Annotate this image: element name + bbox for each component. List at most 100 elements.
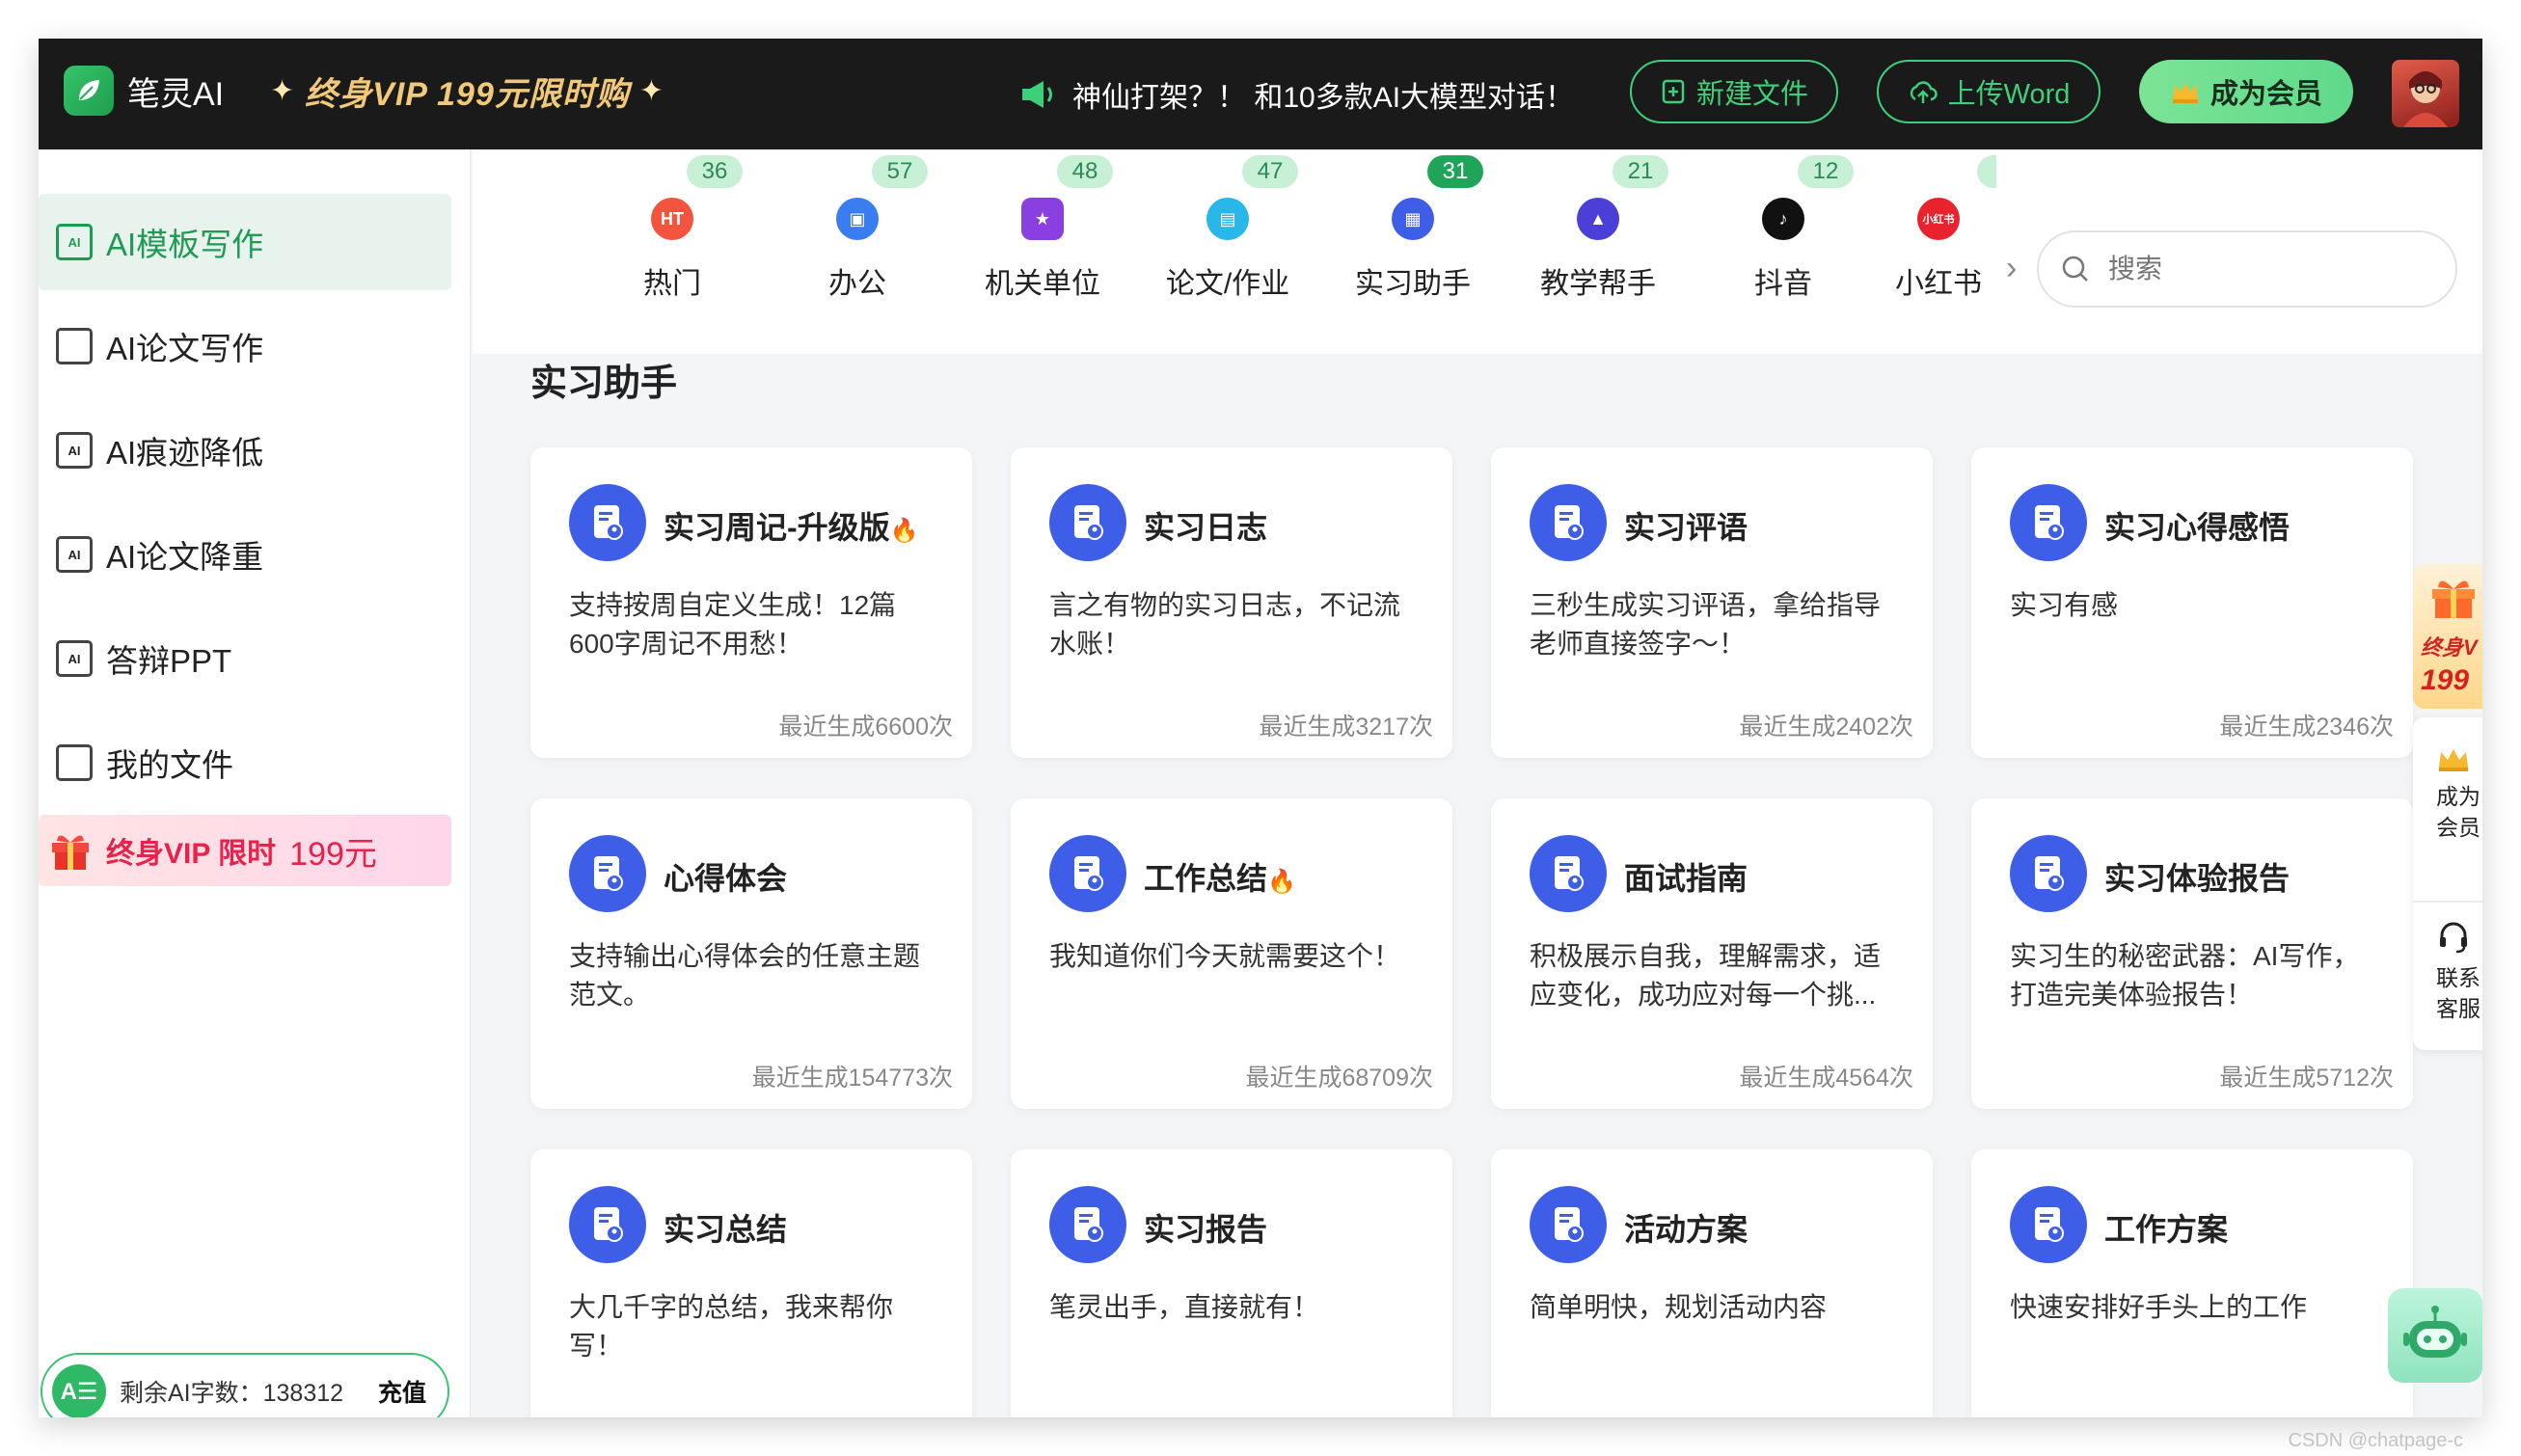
category-count-badge: 21 [1613, 155, 1668, 188]
sidebar-vip-promo[interactable]: 终身VIP 限时 199元 [39, 815, 451, 886]
template-card[interactable]: 活动方案 简单明快，规划活动内容 [1491, 1149, 1933, 1417]
category-tab-xiaohongshu[interactable]: 1 小红书 小红书 [1881, 155, 1996, 338]
sparkle-icon: ✦ [638, 75, 664, 107]
internship-document-icon [569, 1186, 646, 1263]
card-title: 工作方案 [2104, 1212, 2229, 1247]
gift-icon [52, 835, 89, 870]
card-usage-count: 最近生成3217次 [1259, 714, 1433, 741]
vip-promo-banner[interactable]: ✦ 终身VIP 199元限时购 ✦ [270, 67, 664, 115]
edit-document-icon [56, 328, 93, 364]
internship-document-icon [2010, 835, 2087, 912]
user-avatar[interactable] [2392, 60, 2459, 127]
category-tab-government[interactable]: 48 ★ 机关单位 [970, 155, 1115, 338]
card-description: 快速安排好手头上的工作 [2010, 1292, 2308, 1322]
template-card[interactable]: 心得体会 支持输出心得体会的任意主题范文。 最近生成154773次 [530, 798, 972, 1109]
floating-member-button[interactable]: 成为 会员 [2413, 746, 2482, 843]
notebook-icon: ▤ [1206, 198, 1249, 240]
category-tab-paper-homework[interactable]: 47 ▤ 论文/作业 [1155, 155, 1300, 338]
card-title: 实习周记-升级版🔥 [664, 510, 919, 545]
template-card[interactable]: 实习心得感悟 实习有感 最近生成2346次 [1971, 447, 2413, 758]
card-description: 实习生的秘密武器：AI写作，打造完美体验报告！ [2010, 941, 2360, 1010]
sidebar-item-paper-writing[interactable]: AI论文写作 [39, 298, 451, 394]
template-card[interactable]: 工作方案 快速安排好手头上的工作 [1971, 1149, 2413, 1417]
watermark: CSDN @chatpage-c [2288, 1430, 2463, 1451]
logo[interactable]: 笔灵AI [64, 66, 224, 116]
template-card[interactable]: 实习报告 笔灵出手，直接就有！ [1011, 1149, 1452, 1417]
category-label: 办公 [828, 268, 886, 300]
category-tab-office[interactable]: 57 ▣ 办公 [785, 155, 930, 338]
ai-document-icon: AI [56, 432, 93, 469]
card-description: 笔灵出手，直接就有！ [1049, 1292, 1320, 1322]
category-count-badge: 1 [1977, 155, 1996, 188]
category-count-badge: 12 [1798, 155, 1854, 188]
card-title: 面试指南 [1624, 861, 1748, 896]
category-label: 论文/作业 [1165, 268, 1290, 300]
floating-vip-promo[interactable]: 终身V 199 [2413, 564, 2482, 709]
become-member-button[interactable]: 成为会员 [2139, 60, 2353, 123]
card-description: 言之有物的实习日志，不记流水账！ [1049, 590, 1401, 659]
sidebar-item-trace-reduce[interactable]: AI AI痕迹降低 [39, 402, 451, 499]
floating-service-button[interactable]: 联系 客服 [2413, 920, 2482, 1024]
chevron-right-icon[interactable]: › [2006, 250, 2017, 287]
ai-template-icon: AI [56, 224, 93, 260]
sidebar-item-defense-ppt[interactable]: AI 答辩PPT [39, 610, 451, 707]
template-card[interactable]: 实习周记-升级版🔥 支持按周自定义生成！12篇600字周记不用愁！ 最近生成66… [530, 447, 972, 758]
ai-assistant-robot-icon[interactable] [2388, 1288, 2482, 1383]
upload-word-label: 上传Word [1947, 79, 2071, 110]
category-count-badge: 48 [1057, 155, 1113, 188]
ai-document-icon: AI [56, 536, 93, 573]
top-bar: 笔灵AI ✦ 终身VIP 199元限时购 ✦ 神仙打架？！ 和10多款AI大模型… [39, 39, 2482, 149]
sidebar-item-my-files[interactable]: 我的文件 [39, 715, 451, 811]
category-tab-teaching[interactable]: 21 ▲ 教学帮手 [1526, 155, 1670, 338]
search-input[interactable] [2108, 254, 2426, 284]
internship-document-icon [1049, 1186, 1126, 1263]
card-description: 简单明快，规划活动内容 [1530, 1292, 1828, 1322]
category-tab-internship[interactable]: 31 ▦ 实习助手 [1341, 155, 1485, 338]
template-card[interactable]: 工作总结🔥 我知道你们今天就需要这个！ 最近生成68709次 [1011, 798, 1452, 1109]
sidebar-item-template-writing[interactable]: AI AI模板写作 [39, 194, 451, 290]
divider [2413, 901, 2482, 903]
fire-icon: 🔥 [1267, 869, 1296, 895]
floating-member-label: 会员 [2436, 815, 2480, 840]
card-title: 实习评语 [1624, 510, 1748, 545]
card-title: 实习心得感悟 [2104, 510, 2291, 545]
template-card[interactable]: 实习日志 言之有物的实习日志，不记流水账！ 最近生成3217次 [1011, 447, 1452, 758]
card-description: 支持按周自定义生成！12篇600字周记不用愁！ [569, 590, 897, 659]
sidebar: AI AI模板写作 AI论文写作 AI AI痕迹降低 AI AI论文降重 AI … [39, 149, 471, 1417]
internship-document-icon [569, 835, 646, 912]
add-file-icon [1662, 79, 1685, 104]
internship-document-icon [1049, 835, 1126, 912]
card-title: 实习体验报告 [2104, 861, 2291, 896]
category-tab-douyin[interactable]: 12 ♪ 抖音 [1711, 155, 1856, 338]
category-label: 抖音 [1754, 268, 1812, 300]
template-card[interactable]: 实习总结 大几千字的总结，我来帮你写！ [530, 1149, 972, 1417]
card-usage-count: 最近生成154773次 [751, 1065, 953, 1092]
cloud-upload-icon [1910, 81, 1938, 103]
megaphone-icon [1022, 81, 1052, 108]
card-usage-count: 最近生成2346次 [2219, 714, 2394, 741]
card-usage-count: 最近生成2402次 [1739, 714, 1913, 741]
template-card[interactable]: 实习评语 三秒生成实习评语，拿给指导老师直接签字～！ 最近生成2402次 [1491, 447, 1933, 758]
gift-icon [2432, 580, 2475, 618]
new-file-button[interactable]: 新建文件 [1630, 60, 1838, 123]
xiaohongshu-icon: 小红书 [1917, 198, 1960, 240]
crown-icon [2439, 749, 2468, 771]
leaf-logo-icon [64, 66, 114, 116]
search-box[interactable] [2037, 230, 2457, 308]
recharge-button[interactable]: 充值 [378, 1374, 426, 1409]
briefcase-icon: ▣ [836, 198, 879, 240]
sidebar-item-label: AI痕迹降低 [106, 435, 264, 471]
sidebar-item-plagiarism-reduce[interactable]: AI AI论文降重 [39, 506, 451, 603]
internship-document-icon [1049, 484, 1126, 561]
template-card[interactable]: 实习体验报告 实习生的秘密武器：AI写作，打造完美体验报告！ 最近生成5712次 [1971, 798, 2413, 1109]
announcement[interactable]: 神仙打架？！ 和10多款AI大模型对话！ [1018, 73, 1574, 116]
category-count-badge: 31 [1427, 155, 1483, 188]
category-label: 小红书 [1895, 268, 1982, 300]
upload-word-button[interactable]: 上传Word [1877, 60, 2101, 123]
tiktok-icon: ♪ [1762, 198, 1804, 240]
search-icon [2062, 256, 2088, 282]
internship-document-icon [2010, 484, 2087, 561]
template-card[interactable]: 面试指南 积极展示自我，理解需求，适应变化，成功应对每一个挑... 最近生成45… [1491, 798, 1933, 1109]
become-member-label: 成为会员 [2209, 79, 2322, 110]
category-tab-hot[interactable]: 36 HT 热门 [600, 155, 745, 338]
